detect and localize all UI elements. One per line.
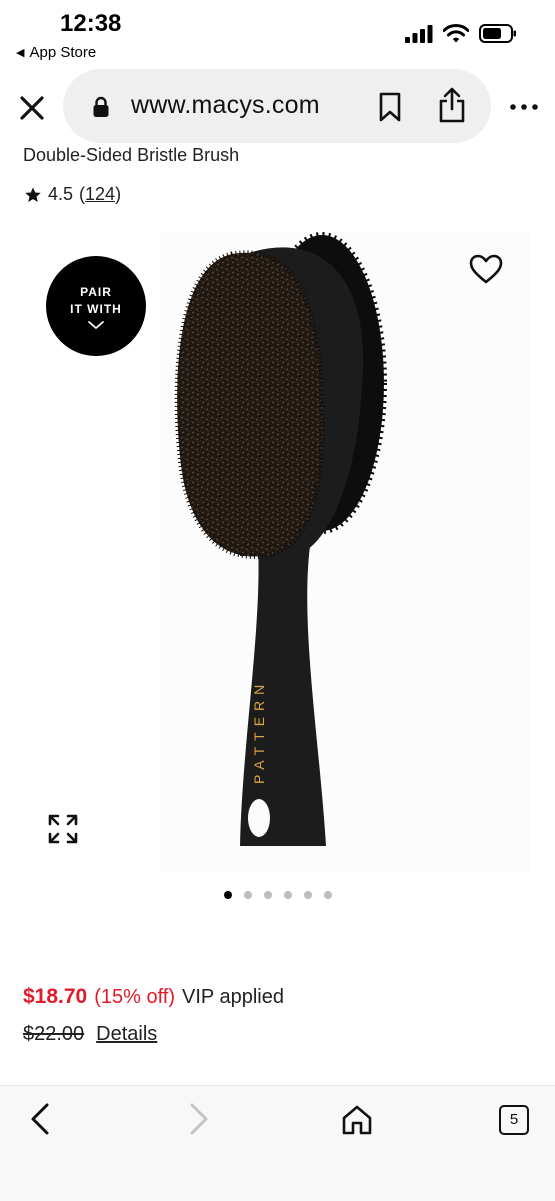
product-rating[interactable]: 4.5 (124) xyxy=(24,184,121,205)
star-icon xyxy=(25,186,41,202)
expand-icon[interactable] xyxy=(46,812,80,846)
signal-icon xyxy=(405,24,433,43)
status-icons xyxy=(405,24,517,43)
back-app-label: App Store xyxy=(29,44,97,61)
carousel-dot[interactable] xyxy=(323,891,332,899)
product-title: Double-Sided Bristle Brush xyxy=(23,145,240,165)
rating-value: 4.5 xyxy=(48,184,74,204)
status-time: 12:38 xyxy=(60,10,122,37)
share-icon[interactable] xyxy=(437,86,467,124)
url-text[interactable]: www.macys.com xyxy=(131,91,320,120)
back-arrow-icon[interactable] xyxy=(26,1101,56,1137)
bookmark-icon[interactable] xyxy=(377,91,403,123)
wifi-icon xyxy=(443,24,469,43)
sale-price: $18.70 xyxy=(23,985,88,1008)
badge-line-1: PAIR xyxy=(80,285,112,299)
badge-line-2: IT WITH xyxy=(70,302,122,316)
chevron-down-icon xyxy=(88,321,104,330)
tabs-button[interactable]: 5 xyxy=(499,1105,529,1135)
battery-icon xyxy=(479,24,516,43)
image-carousel-dots xyxy=(0,891,555,899)
price-details-link[interactable]: Details xyxy=(96,1023,157,1046)
discount-percent: (15% off) xyxy=(94,986,176,1008)
tabs-count: 5 xyxy=(509,1111,519,1128)
more-icon[interactable] xyxy=(509,103,539,111)
home-icon[interactable] xyxy=(340,1103,374,1137)
original-price-row: $22.00 Details xyxy=(23,1023,157,1046)
carousel-dot[interactable] xyxy=(223,891,232,899)
browser-toolbar xyxy=(0,1085,555,1201)
close-icon[interactable] xyxy=(14,90,50,126)
heart-icon[interactable] xyxy=(468,253,504,285)
brand-text: PATTERN xyxy=(251,679,267,784)
carousel-dot[interactable] xyxy=(303,891,312,899)
rating-paren-close: ) xyxy=(115,184,122,204)
pair-it-with-badge[interactable]: PAIR IT WITH xyxy=(46,256,146,356)
carousel-dot[interactable] xyxy=(283,891,292,899)
carousel-dot[interactable] xyxy=(243,891,252,899)
vip-applied-label: VIP applied xyxy=(182,986,284,1008)
lock-icon xyxy=(93,96,109,117)
rating-count[interactable]: 124 xyxy=(85,184,115,204)
back-to-app-store[interactable]: ◀ App Store xyxy=(16,44,96,61)
back-triangle-icon: ◀ xyxy=(16,47,25,59)
forward-arrow-icon[interactable] xyxy=(183,1101,213,1137)
price-row: $18.70 (15% off) VIP applied xyxy=(23,985,284,1009)
original-price: $22.00 xyxy=(23,1023,85,1045)
carousel-dot[interactable] xyxy=(263,891,272,899)
